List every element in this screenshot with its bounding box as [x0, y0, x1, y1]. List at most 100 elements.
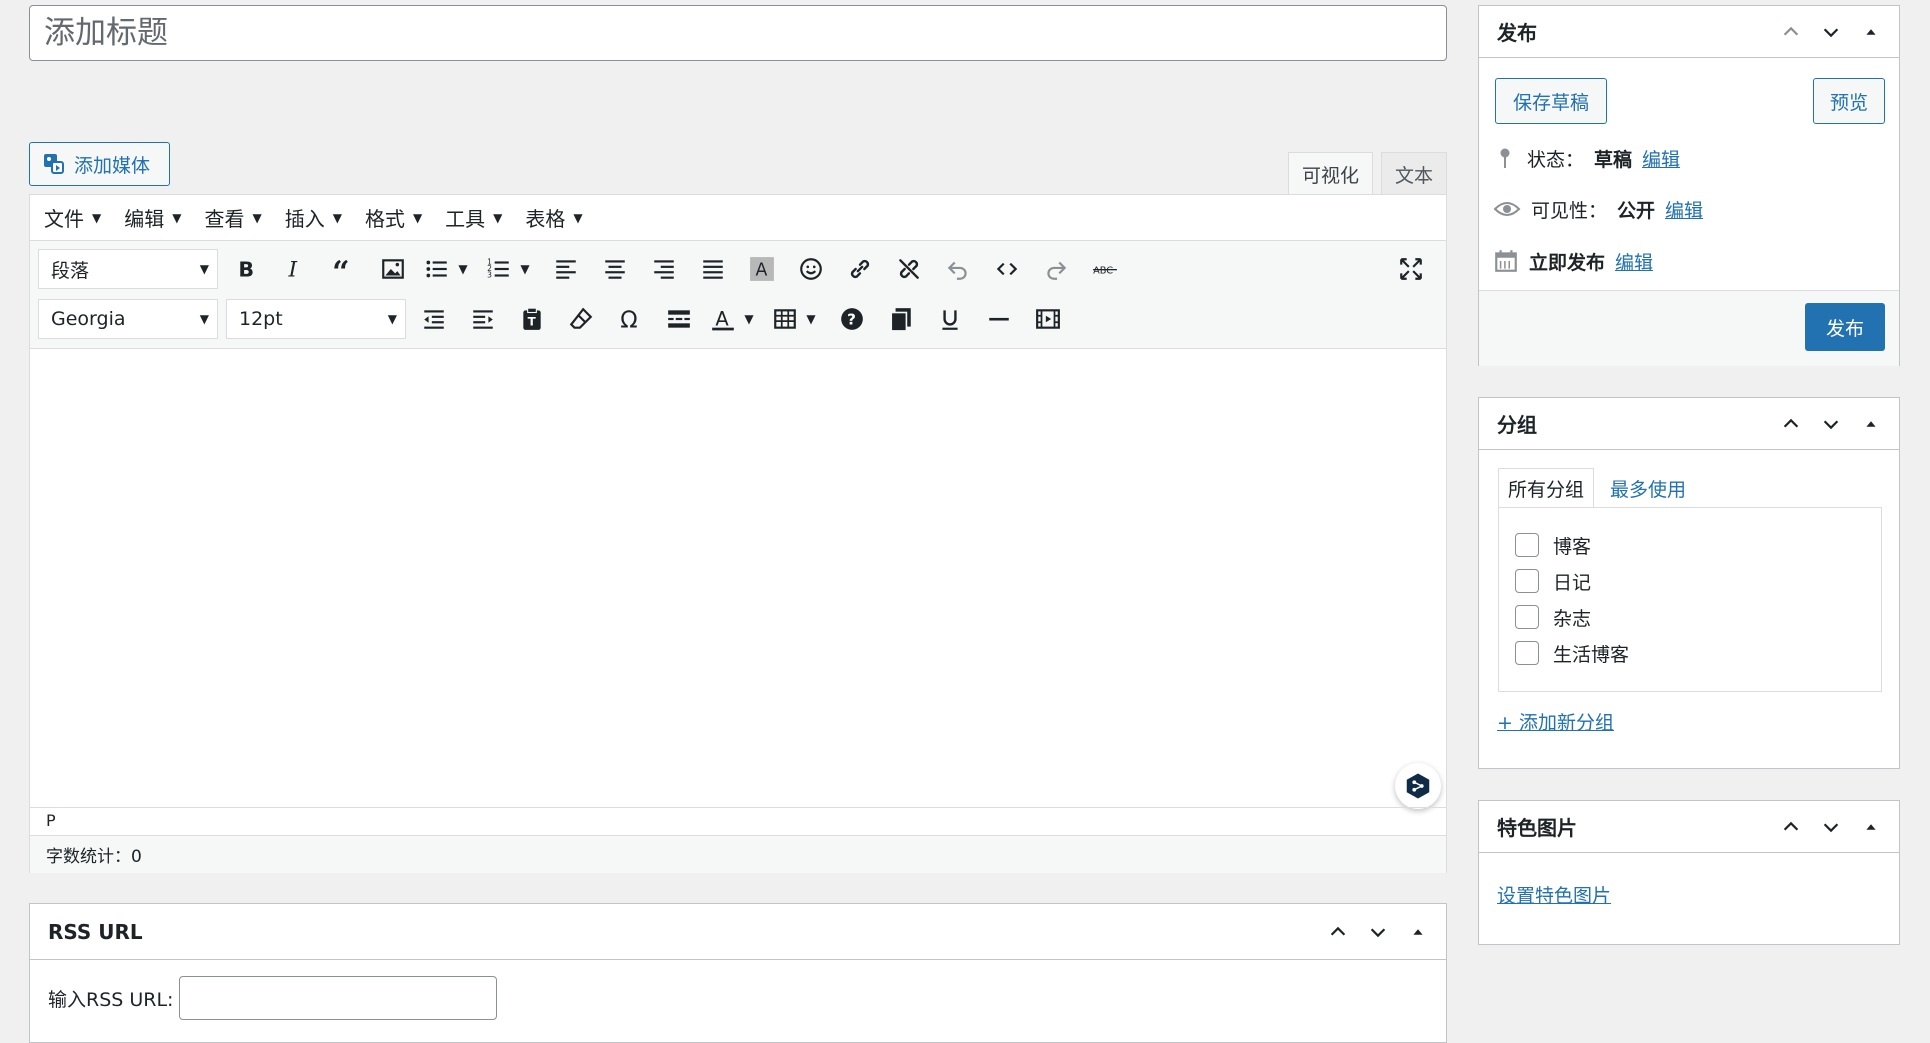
undo-icon [947, 261, 967, 280]
help-button[interactable]: ? [832, 299, 872, 339]
add-media-button[interactable]: 添加媒体 [29, 142, 170, 186]
emoji-button[interactable] [791, 249, 831, 289]
category-checkbox[interactable] [1515, 533, 1539, 557]
move-down-button[interactable] [1813, 406, 1849, 442]
menu-table[interactable]: 表格 ▼ [525, 203, 582, 232]
edit-visibility-link[interactable]: 编辑 [1665, 196, 1703, 223]
unlink-button[interactable] [889, 249, 929, 289]
toggle-panel-button[interactable] [1400, 914, 1436, 950]
publish-box: 发布 保存草稿 预览 状态： 草稿 编辑 可见性： 公开 编辑 立即发布 编辑 … [1478, 5, 1900, 366]
svg-text:A: A [715, 308, 729, 331]
copy-button[interactable] [881, 299, 921, 339]
align-center-button[interactable] [595, 249, 635, 289]
insert-media-button[interactable] [1028, 299, 1068, 339]
justify-button[interactable] [693, 249, 733, 289]
blockquote-button[interactable]: “ [324, 249, 364, 289]
undo-button[interactable] [938, 249, 978, 289]
indent-button[interactable] [463, 299, 503, 339]
numbered-list-button[interactable]: 123 [484, 249, 514, 289]
bullet-list-caret[interactable]: ▼ [452, 249, 474, 289]
move-up-button[interactable] [1773, 14, 1809, 50]
edit-status-link[interactable]: 编辑 [1642, 145, 1680, 172]
svg-text:ABC: ABC [1093, 265, 1113, 276]
triangle-up-icon [1866, 824, 1876, 830]
insert-image-button[interactable] [373, 249, 413, 289]
menu-file[interactable]: 文件 ▼ [44, 203, 101, 232]
italic-button[interactable]: I [275, 249, 315, 289]
menu-label: 工具 [445, 207, 486, 231]
bold-button[interactable]: B [226, 249, 266, 289]
schedule-label: 立即发布 [1529, 251, 1606, 274]
save-draft-button[interactable]: 保存草稿 [1495, 78, 1607, 124]
tab-all-categories[interactable]: 所有分组 [1498, 468, 1594, 508]
category-checkbox[interactable] [1515, 569, 1539, 593]
tab-text[interactable]: 文本 [1381, 152, 1447, 195]
title-input[interactable] [29, 5, 1447, 61]
strikethrough-button[interactable]: ABC [1085, 249, 1125, 289]
background-color-button[interactable]: A [742, 249, 782, 289]
clear-formatting-button[interactable] [561, 299, 601, 339]
add-media-label: 添加媒体 [74, 154, 151, 177]
element-path[interactable]: P [30, 807, 1446, 833]
horizontal-line-button[interactable] [979, 299, 1019, 339]
move-up-button[interactable] [1320, 914, 1356, 950]
font-family-select[interactable]: Georgia ▼ [38, 299, 218, 339]
tab-all-label: 所有分组 [1507, 479, 1584, 501]
menu-format[interactable]: 格式 ▼ [365, 203, 422, 232]
bullet-list-icon [426, 260, 447, 278]
publish-button[interactable]: 发布 [1805, 303, 1885, 351]
omega-icon: Ω [620, 308, 637, 332]
outdent-button[interactable] [414, 299, 454, 339]
align-right-button[interactable] [644, 249, 684, 289]
numbered-list-icon: 123 [487, 258, 509, 280]
move-down-button[interactable] [1813, 14, 1849, 50]
align-left-button[interactable] [546, 249, 586, 289]
publish-button-label: 发布 [1825, 317, 1864, 340]
category-item[interactable]: 杂志 [1515, 602, 1591, 632]
deepl-translate-button[interactable] [1395, 763, 1441, 809]
tab-visual[interactable]: 可视化 [1288, 152, 1373, 195]
toggle-panel-button[interactable] [1853, 14, 1889, 50]
tab-most-used[interactable]: 最多使用 [1600, 468, 1696, 508]
menu-tools[interactable]: 工具 ▼ [445, 203, 502, 232]
code-button[interactable] [987, 249, 1027, 289]
category-item[interactable]: 博客 [1515, 530, 1591, 560]
format-select[interactable]: 段落 ▼ [38, 249, 218, 289]
editor-content-area[interactable] [30, 350, 1446, 804]
bullet-list-button[interactable] [422, 249, 452, 289]
preview-button[interactable]: 预览 [1813, 78, 1885, 124]
category-item[interactable]: 生活博客 [1515, 638, 1629, 668]
menu-insert[interactable]: 插入 ▼ [285, 203, 342, 232]
special-character-button[interactable]: Ω [610, 299, 650, 339]
menu-edit[interactable]: 编辑 ▼ [124, 203, 181, 232]
paste-text-button[interactable]: T [512, 299, 552, 339]
caret-down-icon: ▼ [573, 210, 583, 225]
category-item[interactable]: 日记 [1515, 566, 1591, 596]
set-featured-image-link[interactable]: 设置特色图片 [1497, 881, 1611, 908]
move-down-button[interactable] [1360, 914, 1396, 950]
fullscreen-button[interactable] [1391, 249, 1431, 289]
rss-url-input[interactable] [179, 976, 498, 1020]
numbered-list-caret[interactable]: ▼ [514, 249, 536, 289]
text-color-button[interactable]: A [708, 299, 738, 339]
toggle-panel-button[interactable] [1853, 809, 1889, 845]
indent-icon [473, 310, 493, 329]
move-down-button[interactable] [1813, 809, 1849, 845]
text-color-caret[interactable]: ▼ [738, 299, 760, 339]
move-up-button[interactable] [1773, 406, 1809, 442]
align-left-icon [556, 260, 576, 279]
underline-button[interactable] [930, 299, 970, 339]
read-more-button[interactable] [659, 299, 699, 339]
category-checkbox[interactable] [1515, 605, 1539, 629]
toggle-panel-button[interactable] [1853, 406, 1889, 442]
edit-schedule-link[interactable]: 编辑 [1615, 248, 1653, 275]
table-button[interactable] [770, 299, 800, 339]
move-up-button[interactable] [1773, 809, 1809, 845]
menu-view[interactable]: 查看 ▼ [204, 203, 261, 232]
add-new-category-link[interactable]: + 添加新分组 [1497, 708, 1614, 735]
font-size-select[interactable]: 12pt ▼ [226, 299, 406, 339]
category-checkbox[interactable] [1515, 641, 1539, 665]
table-caret[interactable]: ▼ [800, 299, 822, 339]
redo-button[interactable] [1036, 249, 1076, 289]
insert-link-button[interactable] [840, 249, 880, 289]
